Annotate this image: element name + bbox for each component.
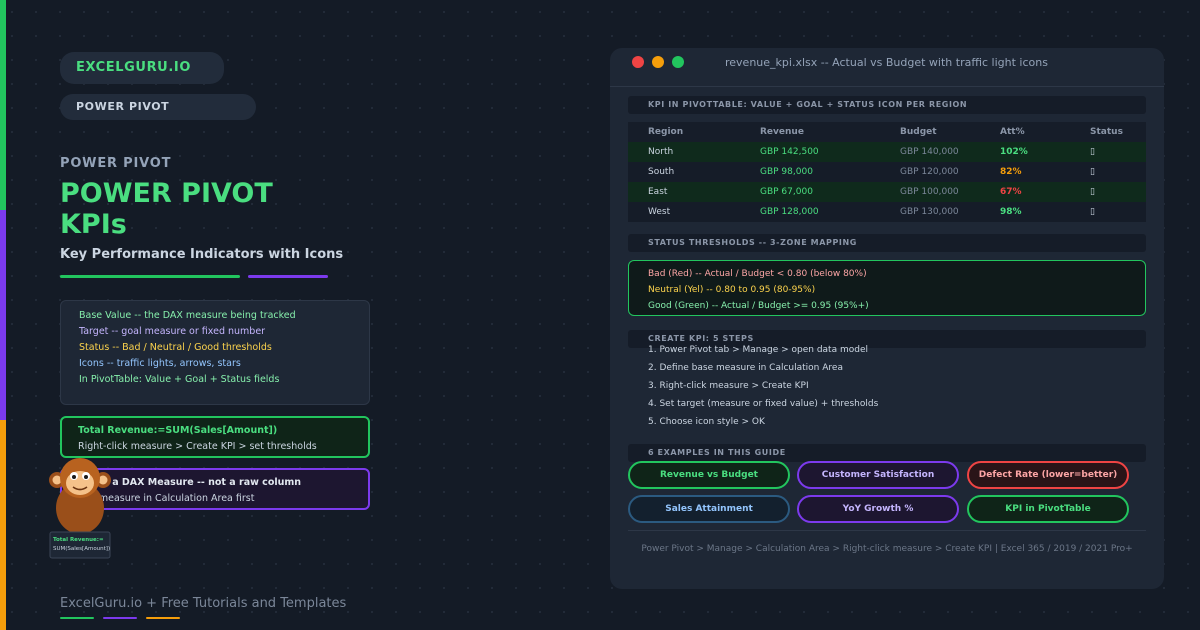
accent-stripe-orange xyxy=(0,420,6,630)
window-close-button[interactable] xyxy=(632,56,644,68)
spreadsheet-window: revenue_kpi.xlsx -- Actual vs Budget wit… xyxy=(610,48,1164,589)
step-item: 3. Right-click measure > Create KPI xyxy=(648,381,809,391)
dax-formula-hint: Right-click measure > Create KPI > set t… xyxy=(78,441,317,452)
cell-revenue: GBP 142,500 xyxy=(760,147,819,157)
cell-budget: GBP 130,000 xyxy=(900,207,959,217)
titlebar-divider xyxy=(610,86,1164,87)
thresholds-card: Bad (Red) -- Actual / Budget < 0.80 (bel… xyxy=(628,260,1146,316)
traffic-light-icon: ▯ xyxy=(1090,167,1095,177)
page-title: POWER PIVOT KPIs xyxy=(60,178,273,240)
kpi-table: Region Revenue Budget Att% Status North … xyxy=(628,122,1146,222)
cell-att: 102% xyxy=(1000,147,1028,157)
table-row[interactable]: East GBP 67,000 GBP 100,000 67% ▯ xyxy=(628,182,1146,202)
example-yoy-growth[interactable]: YoY Growth % xyxy=(797,495,959,523)
table-header-row: Region Revenue Budget Att% Status xyxy=(628,122,1146,142)
cell-budget: GBP 140,000 xyxy=(900,147,959,157)
example-customer-satisfaction[interactable]: Customer Satisfaction xyxy=(797,461,959,489)
col-header-status: Status xyxy=(1090,127,1123,137)
section-examples-header: 6 EXAMPLES IN THIS GUIDE xyxy=(628,444,1146,462)
monkey-mascot: Total Revenue:= SUM(Sales[Amount]) xyxy=(48,456,112,560)
window-footer-divider xyxy=(628,530,1146,531)
step-item: 5. Choose icon style > OK xyxy=(648,417,765,427)
brand-badge[interactable]: EXCELGURU.IO xyxy=(60,52,224,84)
section-thresholds-header: STATUS THRESHOLDS -- 3-ZONE MAPPING xyxy=(628,234,1146,252)
threshold-bad: Bad (Red) -- Actual / Budget < 0.80 (bel… xyxy=(648,269,867,279)
steps-list: 1. Power Pivot tab > Manage > open data … xyxy=(648,344,878,434)
example-defect-rate[interactable]: Defect Rate (lower=better) xyxy=(967,461,1129,489)
section-kpi-header: KPI IN PIVOTTABLE: VALUE + GOAL + STATUS… xyxy=(628,96,1146,114)
cell-region: North xyxy=(648,147,674,157)
cell-att: 67% xyxy=(1000,187,1022,197)
definition-base-value: Base Value -- the DAX measure being trac… xyxy=(79,310,296,321)
kpi-definitions-card: Base Value -- the DAX measure being trac… xyxy=(60,300,370,405)
eyebrow-label: POWER PIVOT xyxy=(60,156,172,171)
cell-att: 82% xyxy=(1000,167,1022,177)
cell-region: West xyxy=(648,207,671,217)
window-minimize-button[interactable] xyxy=(652,56,664,68)
col-header-budget: Budget xyxy=(900,127,937,137)
window-footer-path: Power Pivot > Manage > Calculation Area … xyxy=(641,544,1133,554)
dax-formula-card: Total Revenue:=SUM(Sales[Amount]) Right-… xyxy=(60,416,370,458)
cell-budget: GBP 100,000 xyxy=(900,187,959,197)
step-item: 1. Power Pivot tab > Manage > open data … xyxy=(648,345,868,355)
footer-line-green xyxy=(60,617,94,619)
page-title-line1: POWER PIVOT xyxy=(60,178,273,209)
step-item: 4. Set target (measure or fixed value) +… xyxy=(648,399,879,409)
mascot-card-formula-line1: Total Revenue:= xyxy=(53,537,104,543)
step-item: 2. Define base measure in Calculation Ar… xyxy=(648,363,843,373)
definition-target: Target -- goal measure or fixed number xyxy=(79,326,266,337)
traffic-light-icon: ▯ xyxy=(1090,207,1095,217)
accent-stripe-green xyxy=(0,0,6,210)
example-revenue-vs-budget[interactable]: Revenue vs Budget xyxy=(628,461,790,489)
cell-region: South xyxy=(648,167,675,177)
traffic-light-icon: ▯ xyxy=(1090,147,1095,157)
cell-revenue: GBP 128,000 xyxy=(760,207,819,217)
title-underline-green xyxy=(60,275,240,278)
cell-revenue: GBP 67,000 xyxy=(760,187,813,197)
page-title-line2: KPIs xyxy=(60,209,127,240)
example-kpi-in-pivottable[interactable]: KPI in PivotTable xyxy=(967,495,1129,523)
col-header-region: Region xyxy=(648,127,684,137)
title-underline-purple xyxy=(248,275,328,278)
definition-status: Status -- Bad / Neutral / Good threshold… xyxy=(79,342,272,353)
page-subtitle: Key Performance Indicators with Icons xyxy=(60,247,344,262)
col-header-revenue: Revenue xyxy=(760,127,804,137)
window-title: revenue_kpi.xlsx -- Actual vs Budget wit… xyxy=(725,56,1048,69)
cell-att: 98% xyxy=(1000,207,1022,217)
table-row[interactable]: South GBP 98,000 GBP 120,000 82% ▯ xyxy=(628,162,1146,182)
example-sales-attainment[interactable]: Sales Attainment xyxy=(628,495,790,523)
measure-note-title: eds a DAX Measure -- not a raw column xyxy=(90,477,302,488)
table-row[interactable]: North GBP 142,500 GBP 140,000 102% ▯ xyxy=(628,142,1146,162)
cell-budget: GBP 120,000 xyxy=(900,167,959,177)
window-maximize-button[interactable] xyxy=(672,56,684,68)
topic-badge: POWER PIVOT xyxy=(60,94,256,120)
window-titlebar: revenue_kpi.xlsx -- Actual vs Budget wit… xyxy=(610,48,1164,86)
cell-revenue: GBP 98,000 xyxy=(760,167,813,177)
dax-formula: Total Revenue:=SUM(Sales[Amount]) xyxy=(78,425,278,436)
mascot-card-formula-line2: SUM(Sales[Amount]) xyxy=(53,546,111,552)
table-row[interactable]: West GBP 128,000 GBP 130,000 98% ▯ xyxy=(628,202,1146,222)
traffic-light-icon: ▯ xyxy=(1090,187,1095,197)
col-header-att: Att% xyxy=(1000,127,1025,137)
threshold-neutral: Neutral (Yel) -- 0.80 to 0.95 (80-95%) xyxy=(648,285,816,295)
definition-icons: Icons -- traffic lights, arrows, stars xyxy=(79,358,241,369)
footer-line-orange xyxy=(146,617,180,619)
accent-stripe-purple xyxy=(0,210,6,420)
threshold-good: Good (Green) -- Actual / Budget >= 0.95 … xyxy=(648,301,869,311)
definition-pivottable: In PivotTable: Value + Goal + Status fie… xyxy=(79,374,280,385)
footer-line-purple xyxy=(103,617,137,619)
cell-region: East xyxy=(648,187,668,197)
site-footer: ExcelGuru.io + Free Tutorials and Templa… xyxy=(60,596,347,611)
measure-note-text: e measure in Calculation Area first xyxy=(90,493,255,504)
